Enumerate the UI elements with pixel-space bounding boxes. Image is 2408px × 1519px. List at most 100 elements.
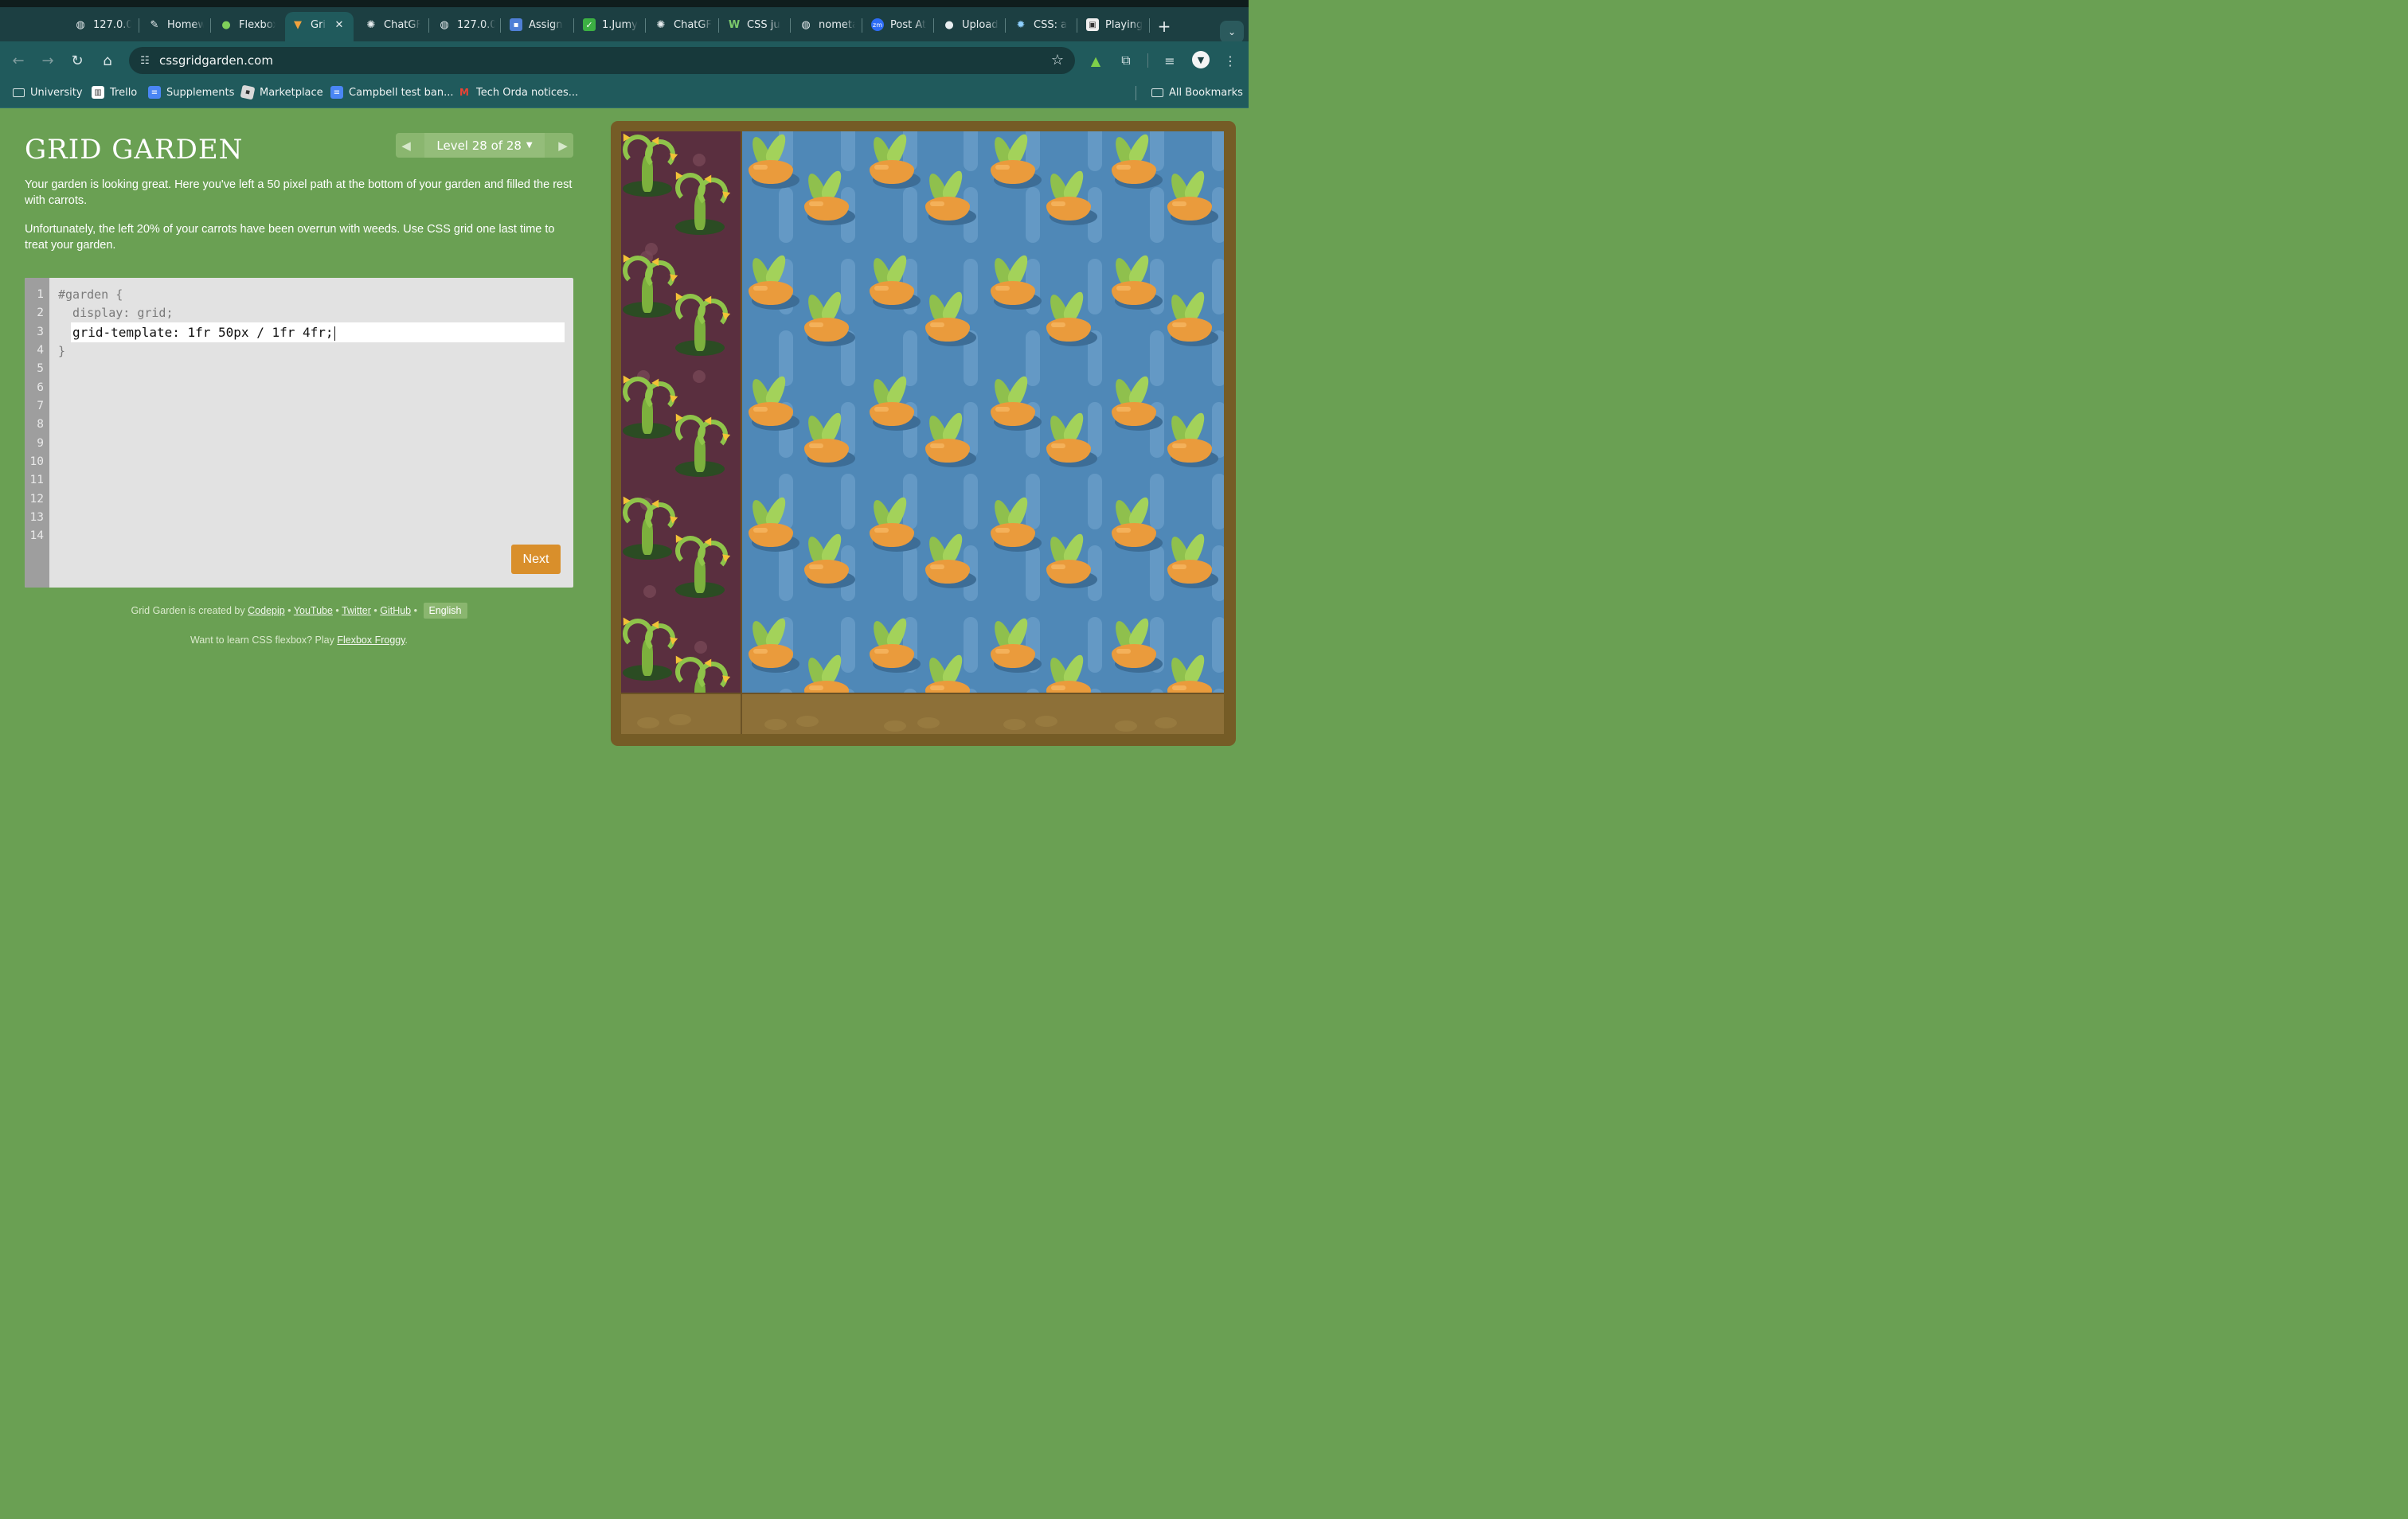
extensions-puzzle-icon[interactable]: ⧉	[1117, 52, 1135, 69]
tab-6[interactable]: ◍ 127.0.0	[438, 15, 495, 34]
carrot-area	[742, 131, 1224, 734]
frog-icon: ●	[221, 18, 231, 31]
carrot-sprite	[868, 494, 921, 552]
twitter-link[interactable]: Twitter	[342, 605, 371, 616]
close-tab-button[interactable]: ✕	[333, 15, 346, 34]
carrot-sprite	[1045, 168, 1097, 225]
forward-button[interactable]: →	[38, 51, 57, 70]
css-input[interactable]: grid-template: 1fr 50px / 1fr 4fr;	[71, 322, 565, 342]
weed-sprite	[621, 615, 682, 682]
arrow-left-icon: ←	[12, 52, 25, 69]
reload-button[interactable]: ↻	[68, 51, 87, 70]
carrot-sprite	[868, 252, 921, 310]
photo-icon: ▣	[1086, 18, 1099, 31]
back-button[interactable]: ←	[9, 51, 28, 70]
tab-12[interactable]: zm Post At	[871, 15, 927, 34]
froggy-promo: Want to learn CSS flexbox? Play Flexbox …	[190, 635, 408, 646]
bookmark-supplements[interactable]: ≡ Supplements	[148, 86, 234, 99]
language-button[interactable]: English	[423, 603, 467, 619]
path-pebble	[884, 720, 906, 732]
bookmark-tech-orda[interactable]: M Tech Orda notices...	[458, 86, 578, 99]
path-pebble	[1155, 717, 1177, 728]
next-level-button[interactable]: ▶	[553, 133, 573, 158]
media-controls-icon[interactable]: ≡	[1161, 52, 1179, 69]
path-left	[621, 693, 741, 734]
water-wave	[841, 131, 855, 171]
carrot-sprite	[1045, 289, 1097, 346]
docs-icon: ≡	[148, 86, 161, 99]
w-icon: W	[728, 18, 741, 31]
water-wave	[1088, 131, 1102, 171]
stone	[643, 585, 656, 598]
trello-icon: ▥	[92, 86, 104, 99]
site-settings-icon[interactable]: ☷	[137, 53, 153, 68]
bookmark-trello[interactable]: ▥ Trello	[92, 86, 137, 99]
tab-14[interactable]: ✹ CSS: a	[1014, 15, 1070, 34]
address-bar[interactable]: ☷ cssgridgarden.com ☆	[129, 47, 1075, 74]
grid-line-horizontal	[621, 693, 1224, 694]
tab-5[interactable]: ✺ ChatGF	[365, 15, 420, 34]
bookmark-star-icon[interactable]: ☆	[1051, 52, 1064, 68]
roblox-icon: ▪	[240, 84, 256, 100]
tab-10[interactable]: W CSS ju	[728, 15, 784, 34]
path-pebble	[796, 716, 819, 727]
profile-avatar[interactable]: ▼	[1192, 51, 1210, 68]
carrot-sprite	[868, 615, 921, 673]
extension-chart-icon[interactable]: ▲	[1087, 52, 1104, 69]
carrot-sprite	[747, 131, 799, 189]
bookmark-university[interactable]: University	[12, 86, 83, 99]
carrot-sprite	[1110, 252, 1163, 310]
carrot-sprite	[1045, 531, 1097, 588]
kebab-menu-icon[interactable]: ⋮	[1222, 52, 1239, 69]
carrot-sprite	[1110, 131, 1163, 189]
carrot-sprite	[989, 373, 1042, 431]
level-dropdown[interactable]: Level 28 of 28 ▼	[424, 133, 545, 158]
credits-line: Grid Garden is created by Codepip • YouT…	[25, 603, 573, 619]
carrot-sprite	[989, 494, 1042, 552]
youtube-link[interactable]: YouTube	[294, 605, 333, 616]
chevron-down-icon: ⌄	[1227, 26, 1237, 37]
tab-8[interactable]: ✓ 1.Jumy	[583, 15, 639, 34]
bookmark-campbell[interactable]: ≡ Campbell test ban...	[330, 86, 454, 99]
github-link[interactable]: GitHub	[380, 605, 411, 616]
carrot-sprite	[1166, 168, 1218, 225]
previous-level-button[interactable]: ◀	[396, 133, 416, 158]
path-pebble	[1035, 716, 1057, 727]
plus-icon: +	[1157, 17, 1171, 36]
github-icon: ●	[944, 18, 954, 31]
next-button[interactable]: Next	[511, 545, 561, 574]
code-line-2: display: grid;	[58, 306, 174, 320]
carrot-sprite	[989, 615, 1042, 673]
bookmark-marketplace[interactable]: ▪ Marketplace	[240, 84, 323, 100]
codepip-link[interactable]: Codepip	[248, 605, 285, 616]
reload-icon: ↻	[71, 52, 84, 69]
carrot-sprite	[989, 252, 1042, 310]
carrot-sprite	[924, 289, 976, 346]
tab-9[interactable]: ✺ ChatGF	[655, 15, 712, 34]
zoom-icon: zm	[871, 18, 884, 31]
stone	[694, 641, 707, 654]
tab-1[interactable]: ◍ 127.0.0	[74, 15, 131, 34]
all-bookmarks[interactable]: All Bookmarks	[1151, 86, 1243, 99]
globe-icon: ◍	[801, 18, 811, 31]
carrot-sprite	[803, 289, 855, 346]
tab-13[interactable]: ● Upload	[943, 15, 1000, 34]
tab-3[interactable]: ● Flexbox	[220, 15, 276, 34]
carrot-sprite	[924, 410, 976, 467]
flexbox-froggy-link[interactable]: Flexbox Froggy	[337, 635, 405, 646]
path-pebble	[1115, 720, 1137, 732]
weed-sprite	[672, 412, 734, 478]
water-wave	[1150, 545, 1164, 601]
tab-15[interactable]: ▣ Playing	[1086, 15, 1143, 34]
stone	[693, 370, 706, 383]
carrot-sprite	[1045, 410, 1097, 467]
new-tab-button[interactable]: +	[1157, 17, 1171, 36]
tab-search-button[interactable]: ⌄	[1220, 21, 1244, 43]
tab-11[interactable]: ◍ nometa	[799, 15, 855, 34]
stone	[693, 154, 706, 166]
tab-4-active[interactable]: ▼ Gri	[291, 15, 330, 34]
tab-2[interactable]: ✎ Homew	[148, 15, 204, 34]
water-wave	[1026, 187, 1040, 243]
tab-7[interactable]: ▪ Assign	[510, 15, 565, 34]
home-button[interactable]: ⌂	[98, 51, 117, 70]
